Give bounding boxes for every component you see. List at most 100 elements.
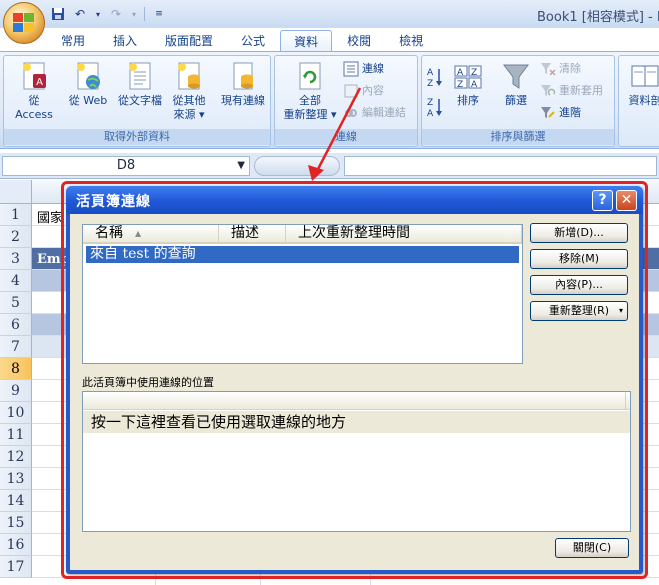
tab-formulas[interactable]: 公式 [228,30,278,52]
office-logo-icon [13,13,34,32]
from-web-button[interactable]: 從 Web [62,60,114,108]
cell-a1[interactable]: 國家 [37,207,63,226]
title-bar: ↶ ▾ ↷ ▾ ≡ Book1 [相容模式] - M [0,0,659,28]
text-to-columns-button[interactable]: 資料剖 [623,60,659,108]
name-box[interactable]: D8 ▼ [2,156,250,176]
row-header[interactable]: 15 [0,512,32,534]
formula-bar-controls[interactable] [254,156,340,176]
redo-dropdown-icon[interactable]: ▾ [130,6,138,22]
svg-text:A: A [457,68,464,78]
add-connection-button[interactable]: 新增(D)... [530,223,628,243]
text-file-icon [129,62,151,90]
workbook-connections-dialog: 活頁簿連線 ? ✕ 名稱 ▲ 描述 上次重新整理時間 來自 test 的查詢 新… [66,186,643,574]
connection-row[interactable]: 來自 test 的查詢 [86,246,519,263]
svg-text:Z: Z [427,98,433,108]
undo-dropdown-icon[interactable]: ▾ [94,6,102,22]
properties-button[interactable]: 內容 [343,82,384,100]
column-header-last-refreshed[interactable]: 上次重新整理時間 [286,225,522,242]
row-header[interactable]: 16 [0,534,32,556]
from-text-button[interactable]: 從文字檔 [114,60,166,108]
from-other-sources-button[interactable]: 從其他 來源 ▾ [164,60,214,122]
connection-locations-label: 此活頁簿中使用連線的位置 [82,376,214,389]
tab-home[interactable]: 常用 [48,30,98,52]
row-header[interactable]: 9 [0,380,32,402]
redo-icon[interactable]: ↷ [108,6,124,22]
refresh-connection-button[interactable]: 重新整理(R) ▾ [530,301,628,321]
sort-descending-button[interactable]: Z A [426,98,444,118]
formula-input[interactable] [344,156,657,176]
close-icon[interactable]: ✕ [616,190,637,211]
dialog-title-bar[interactable]: 活頁簿連線 ? ✕ [66,186,643,214]
group-label-sort-filter: 排序與篩選 [422,129,614,145]
row-header[interactable]: 5 [0,292,32,314]
clear-filter-icon [541,63,556,76]
row-header[interactable]: 10 [0,402,32,424]
row-header[interactable]: 8 [0,358,32,380]
svg-text:A: A [427,68,434,78]
toolbar-separator [144,7,145,21]
connections-list[interactable]: 名稱 ▲ 描述 上次重新整理時間 來自 test 的查詢 [82,224,523,364]
locations-list-header [83,392,630,410]
edit-links-button[interactable]: 編輯連結 [343,104,406,122]
connection-locations-list[interactable]: 按一下這裡查看已使用選取連線的地方 [82,391,631,532]
svg-text:A: A [36,77,43,88]
dialog-body: 名稱 ▲ 描述 上次重新整理時間 來自 test 的查詢 新增(D)... 移除… [70,214,639,570]
sort-az-icon: A Z [427,68,442,88]
row-header[interactable]: 3 [0,248,32,270]
group-label-get-external-data: 取得外部資料 [4,129,270,145]
customize-toolbar-icon[interactable]: ≡ [151,6,167,22]
ribbon: A 從 Access 從 Web 從文字檔 從其他 來源 ▾ 現有連線 取得外部… [0,51,659,149]
sort-ascending-button[interactable]: A Z [426,68,444,88]
tab-view[interactable]: 檢視 [386,30,436,52]
refresh-all-button[interactable]: 全部 重新整理 ▾ [279,60,341,122]
text-to-columns-icon [631,65,659,87]
row-header[interactable]: 11 [0,424,32,446]
clear-filter-button[interactable]: 清除 [540,60,581,78]
office-button[interactable] [3,2,45,44]
row-header[interactable]: 13 [0,468,32,490]
advanced-filter-button[interactable]: 進階 [540,104,581,122]
row-header[interactable]: 17 [0,556,32,578]
filter-funnel-icon [503,64,529,89]
sort-za-icon: Z A [427,98,442,118]
svg-text:Z: Z [427,79,433,88]
properties-icon [344,84,358,98]
undo-icon[interactable]: ↶ [72,6,88,22]
row-header[interactable]: 14 [0,490,32,512]
tab-insert[interactable]: 插入 [100,30,150,52]
row-header[interactable]: 1 [0,204,32,226]
row-header[interactable]: 2 [0,226,32,248]
reapply-filter-icon [541,85,556,96]
ribbon-tabs: 常用 插入 版面配置 公式 資料 校閱 檢視 [48,28,438,52]
row-header[interactable]: 4 [0,270,32,292]
advanced-filter-icon [541,107,555,118]
refresh-all-icon [299,62,321,90]
row-header[interactable]: 12 [0,446,32,468]
sort-button[interactable]: A Z Z A 排序 [450,60,486,108]
connection-properties-button[interactable]: 內容(P)... [530,275,628,295]
quick-access-toolbar: ↶ ▾ ↷ ▾ ≡ [50,5,167,23]
column-header-name[interactable]: 名稱 ▲ [83,225,219,242]
close-button[interactable]: 關閉(C) [555,538,629,558]
svg-text:A: A [471,80,478,90]
chevron-down-icon[interactable]: ▾ [619,302,623,320]
tab-data[interactable]: 資料 [280,30,333,52]
row-header[interactable]: 7 [0,336,32,358]
locations-hint[interactable]: 按一下這裡查看已使用選取連線的地方 [83,411,630,433]
name-box-dropdown-icon[interactable]: ▼ [237,157,245,175]
group-get-external-data: A 從 Access 從 Web 從文字檔 從其他 來源 ▾ 現有連線 取得外部… [3,55,271,147]
save-icon[interactable] [50,6,66,22]
existing-connections-icon [233,62,253,90]
help-icon[interactable]: ? [592,190,613,211]
existing-connections-button[interactable]: 現有連線 [216,60,270,108]
tab-page-layout[interactable]: 版面配置 [152,30,226,52]
tab-review[interactable]: 校閱 [334,30,384,52]
connections-button[interactable]: 連線 [343,60,384,78]
filter-button[interactable]: 篩選 [496,60,536,108]
from-access-button[interactable]: A 從 Access [8,60,60,122]
column-header-description[interactable]: 描述 [219,225,286,242]
row-header[interactable]: 6 [0,314,32,336]
remove-connection-button[interactable]: 移除(M) [530,249,628,269]
select-all-corner[interactable] [0,180,32,204]
reapply-filter-button[interactable]: 重新套用 [540,82,603,100]
